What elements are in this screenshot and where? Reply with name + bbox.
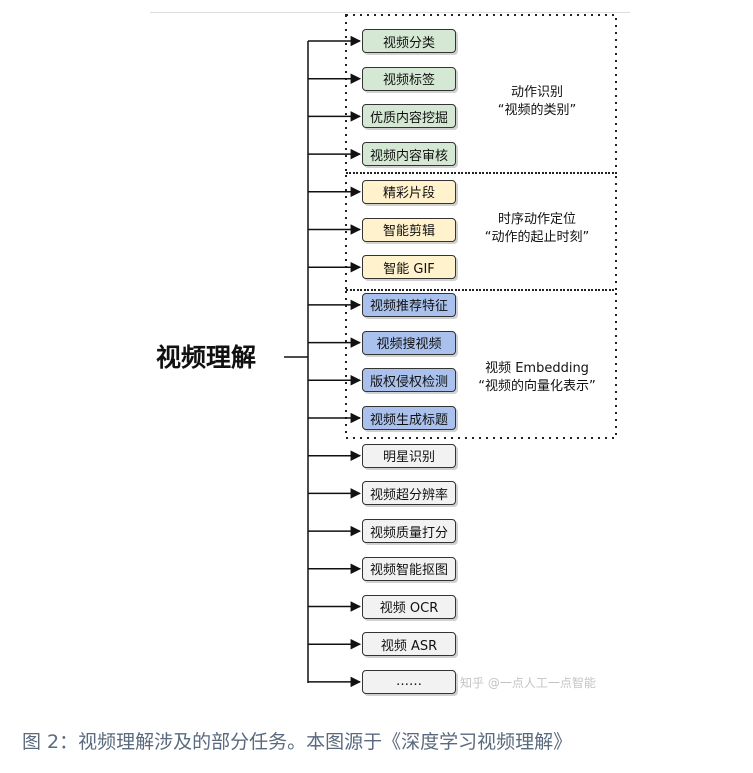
group-label-line: “视频的向量化表示”	[478, 379, 596, 394]
group-label-action-recognition: 动作识别 “视频的类别”	[437, 84, 637, 120]
group-label-temporal-localization: 时序动作定位 “动作的起止时刻”	[437, 211, 637, 247]
group-label-line: 时序动作定位	[497, 212, 576, 227]
task-box: 视频搜视频	[362, 330, 456, 355]
group-label-line: “视频的类别”	[497, 103, 577, 118]
diagram-title: 视频理解	[156, 343, 257, 372]
task-box: 视频推荐特征	[362, 292, 456, 317]
task-box: 视频内容审核	[362, 142, 456, 167]
group-label-line: 视频 Embedding	[485, 361, 589, 376]
task-box: 智能 GIF	[362, 255, 456, 280]
task-box: 精彩片段	[362, 179, 456, 204]
task-box: 视频 ASR	[362, 632, 456, 657]
group-label-line: “动作的起止时刻”	[484, 230, 590, 245]
task-diagram: 视频理解 视频分类 视频标签 优质内容挖掘 视频内容审核 精彩片段 智能剪辑 智能 GIF 视…	[0, 0, 753, 700]
task-box: 视频 OCR	[362, 594, 456, 619]
group-label-embedding: 视频 Embedding “视频的向量化表示”	[437, 360, 637, 396]
group-label-line: 动作识别	[510, 85, 563, 100]
task-box: 视频质量打分	[362, 519, 456, 544]
task-box: 视频智能抠图	[362, 556, 456, 581]
task-box: 明星识别	[362, 443, 456, 468]
figure-caption: 图 2：视频理解涉及的部分任务。本图源于《深度学习视频理解》	[22, 731, 573, 753]
task-box: ……	[362, 669, 456, 694]
task-box: 视频分类	[362, 29, 456, 53]
task-box: 视频生成标题	[362, 406, 456, 430]
task-box: 视频超分辨率	[362, 481, 456, 506]
watermark: 知乎 @一点人工一点智能	[460, 676, 596, 690]
